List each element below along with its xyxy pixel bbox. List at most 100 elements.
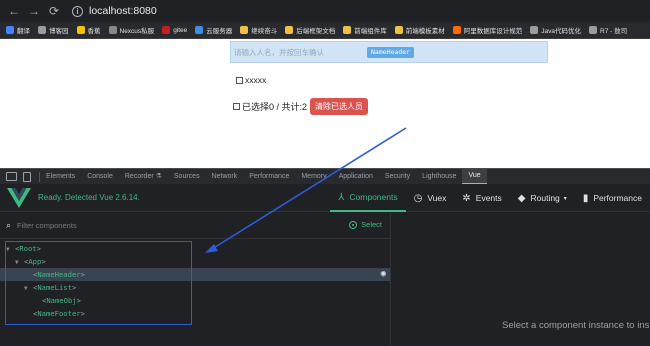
bookmark-label: 后端框架文档 <box>296 28 336 35</box>
devtools-tab[interactable]: Performance <box>243 169 295 184</box>
vue-devtools-nav: ⅄ Components ◷ Vuex ✲ Events ◆ Routing ▾ ▮ Perform… <box>330 184 650 212</box>
vue-nav-label: Routing <box>530 193 560 203</box>
component-filter-bar: ⌕ Select <box>0 213 390 239</box>
devtools-tab[interactable]: Recorder ⚗ <box>119 169 168 184</box>
devtools-tab[interactable]: Security <box>379 169 416 184</box>
bookmark-item[interactable]: 前端组件库 <box>343 25 387 35</box>
name-obj-label: xxxxx <box>245 75 267 85</box>
vue-nav-components[interactable]: ⅄ Components <box>330 184 406 212</box>
bookmark-item[interactable]: gitee <box>162 26 187 34</box>
search-icon: ⌕ <box>6 220 12 230</box>
bookmark-item[interactable]: 香蕉 <box>76 25 101 35</box>
bookmark-item[interactable]: 阿里数据库设计规范 <box>452 25 523 35</box>
bookmark-favicon-icon <box>452 26 461 34</box>
bookmark-label: 翻译 <box>17 28 30 35</box>
vue-devtools-panel: Ready. Detected Vue 2.6.14. ⅄ Components ◷… <box>0 184 650 346</box>
eye-icon[interactable]: ◉ <box>381 268 386 281</box>
bookmark-favicon-icon <box>76 26 85 34</box>
name-footer: 已选择0 / 共计:2 清除已选人员 <box>233 98 369 115</box>
devtools-tab-strip: Elements Console Recorder ⚗ Sources Network P… <box>0 168 650 184</box>
devtools-tab[interactable]: Memory <box>295 169 332 184</box>
url-text[interactable]: localhost:8080 <box>89 5 157 17</box>
devtools-tab[interactable]: Lighthouse <box>416 169 462 184</box>
select-all-checkbox[interactable] <box>233 103 240 110</box>
bookmark-item[interactable]: 云服务器 <box>195 25 232 35</box>
vue-nav-performance[interactable]: ▮ Performance <box>575 184 650 212</box>
chevron-down-icon: ▾ <box>563 195 567 202</box>
bookmark-label: 继续奋斗 <box>251 28 278 35</box>
bookmark-label: 前端组件库 <box>354 28 387 35</box>
bookmark-item[interactable]: 翻译 <box>6 25 30 35</box>
vue-nav-label: Events <box>475 193 502 203</box>
clear-selected-button[interactable]: 清除已选人员 <box>310 98 369 115</box>
bookmarks-bar: 翻译 博客园 香蕉 Nexcus私服 gitee 云服务器 继续奋斗 后端框架文档 前端组件库 前… <box>0 22 650 39</box>
devtools-tab[interactable]: Elements <box>40 169 81 184</box>
devtools-tab[interactable]: Sources <box>168 169 206 184</box>
forward-icon[interactable]: → <box>26 3 42 19</box>
vue-nav-label: Vuex <box>427 193 447 203</box>
target-icon <box>349 220 358 229</box>
selection-summary: 已选择0 / 共计:2 <box>242 102 308 112</box>
vuex-icon: ◷ <box>413 192 423 204</box>
bookmark-favicon-icon <box>162 26 171 34</box>
name-header-component: NameHeader <box>230 41 548 63</box>
bookmark-favicon-icon <box>108 26 117 34</box>
bookmark-favicon-icon <box>394 26 403 34</box>
bookmark-label: 前端模板素材 <box>405 28 445 35</box>
vue-nav-events[interactable]: ✲ Events <box>454 184 509 212</box>
bookmark-favicon-icon <box>38 26 46 34</box>
vue-logo-icon <box>7 187 31 208</box>
bookmark-label: 博客园 <box>49 28 69 35</box>
bookmark-item[interactable]: 博客园 <box>38 25 69 35</box>
select-component-button[interactable]: Select <box>349 220 382 229</box>
select-label: Select <box>361 220 382 229</box>
vue-devtools-toolbar: Ready. Detected Vue 2.6.14. ⅄ Components ◷… <box>0 184 650 212</box>
bookmark-item[interactable]: 继续奋斗 <box>240 25 277 35</box>
devtools-tab[interactable]: Network <box>206 169 244 184</box>
pane-divider[interactable] <box>390 213 391 346</box>
bookmark-item[interactable]: Nexcus私服 <box>108 25 155 35</box>
bookmark-label: R7 - 敖司 <box>600 28 628 35</box>
vue-detected-status: Ready. Detected Vue 2.6.14. <box>38 193 140 202</box>
bookmark-favicon-icon <box>6 26 14 34</box>
bookmark-favicon-icon <box>343 26 352 34</box>
name-obj-row: xxxxx <box>236 75 266 85</box>
bookmark-item[interactable]: Java代码优化 <box>530 25 581 35</box>
bookmark-item[interactable]: 前端模板素材 <box>394 25 445 35</box>
name-obj-checkbox[interactable] <box>236 76 243 84</box>
bookmark-favicon-icon <box>240 26 249 34</box>
bookmark-favicon-icon <box>195 26 204 34</box>
site-info-icon[interactable]: i <box>72 5 83 17</box>
devtools-tab[interactable]: Application <box>333 169 379 184</box>
devtools-tab[interactable]: Vue <box>462 169 487 184</box>
browser-address-bar: ← → ⟳ i localhost:8080 <box>0 0 650 22</box>
performance-icon: ▮ <box>582 192 589 204</box>
bookmark-label: 云服务器 <box>206 28 233 35</box>
vue-nav-vuex[interactable]: ◷ Vuex <box>406 184 455 212</box>
bookmark-label: Java代码优化 <box>541 28 582 35</box>
devtools-tab[interactable]: Console <box>81 169 119 184</box>
inspector-empty-message: Select a component instance to inspect <box>502 320 650 331</box>
bookmark-item[interactable]: R7 - 敖司 <box>589 25 627 35</box>
bookmark-label: Nexcus私服 <box>119 28 155 35</box>
events-icon: ✲ <box>462 192 471 204</box>
back-icon[interactable]: ← <box>6 3 22 19</box>
vue-nav-label: Components <box>349 192 398 202</box>
filter-components-input[interactable] <box>17 221 318 230</box>
bookmark-item[interactable]: 后端框架文档 <box>285 25 335 35</box>
bookmark-label: 阿里数据库设计规范 <box>463 28 523 35</box>
vue-nav-label: Performance <box>593 193 642 203</box>
app-page: NameHeader xxxxx 已选择0 / 共计:2 清除已选人员 <box>0 39 650 168</box>
inspect-element-icon[interactable] <box>6 172 17 181</box>
bookmark-favicon-icon <box>285 26 294 34</box>
vue-nav-routing[interactable]: ◆ Routing ▾ <box>510 184 575 212</box>
component-highlight-tag: NameHeader <box>367 47 415 58</box>
bookmark-label: 香蕉 <box>87 28 101 35</box>
bookmark-favicon-icon <box>589 26 598 34</box>
annotation-highlight-box <box>5 241 192 325</box>
routing-icon: ◆ <box>517 192 526 204</box>
device-toolbar-icon[interactable] <box>23 171 31 182</box>
reload-icon[interactable]: ⟳ <box>46 3 62 19</box>
bookmark-label: gitee <box>173 26 188 34</box>
name-input[interactable] <box>234 45 366 60</box>
